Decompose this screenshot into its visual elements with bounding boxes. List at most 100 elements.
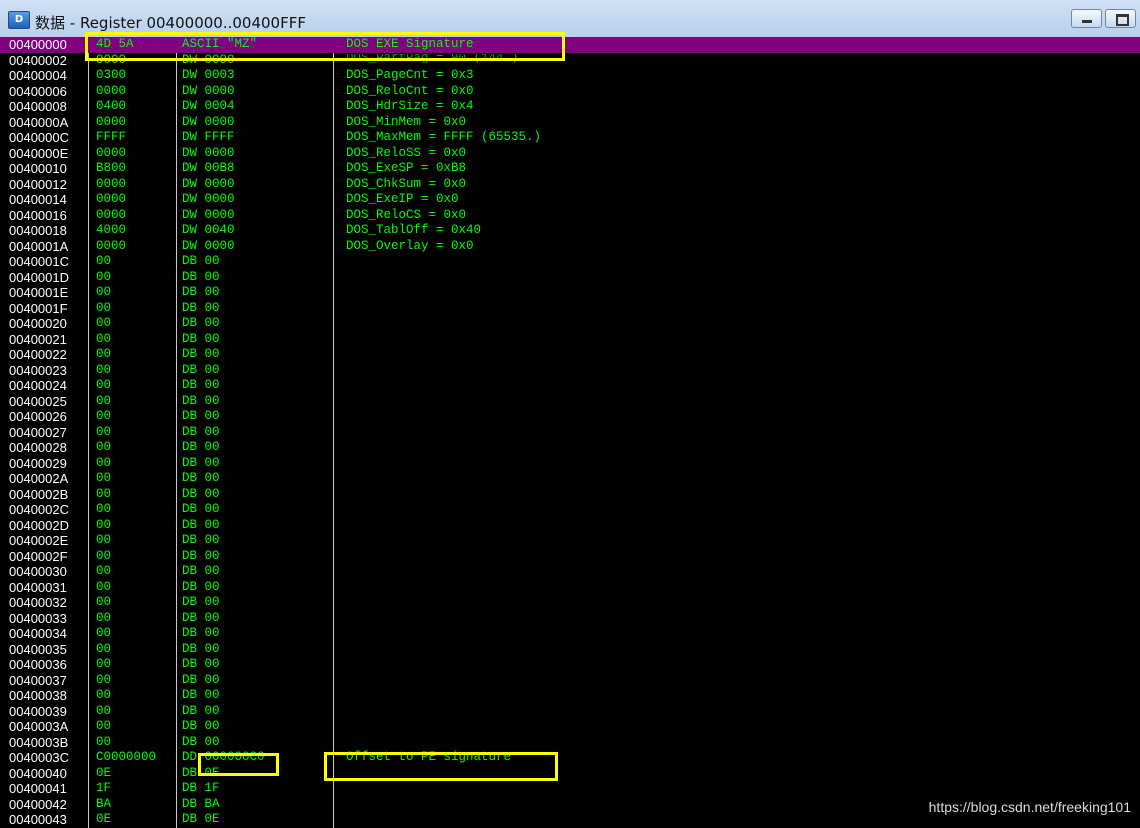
address-cell: 00400010 — [9, 161, 67, 176]
disasm-cell: DB 1F — [182, 781, 220, 795]
dump-row[interactable]: 0040002C 00 DB 00 — [0, 502, 1140, 518]
hex-cell: 00 — [96, 657, 112, 671]
dump-row[interactable]: 0040002F 00 DB 00 — [0, 549, 1140, 565]
dump-row[interactable]: 00400016 0000 DW 0000 DOS_ReloCS = 0x0 — [0, 208, 1140, 224]
dump-row[interactable]: 00400020 00 DB 00 — [0, 316, 1140, 332]
hex-cell: 00 — [96, 641, 112, 656]
address-cell: 0040001F — [9, 300, 68, 316]
dump-row[interactable]: 00400010 B800 DW 00B8 DOS_ExeSP = 0xB8 — [0, 161, 1140, 177]
disasm-cell: DW 0004 — [182, 99, 235, 113]
disasm-cell: DB 00 — [182, 502, 220, 516]
disasm-cell: DB 00 — [182, 424, 220, 439]
comment-cell: DOS_MinMem = 0x0 — [346, 114, 467, 129]
dump-row[interactable]: 0040003A 00 DB 00 — [0, 719, 1140, 735]
dump-row[interactable]: 0040003B 00 DB 00 — [0, 735, 1140, 751]
hex-cell: 00 — [96, 455, 112, 470]
dump-row[interactable]: 00400028 00 DB 00 — [0, 440, 1140, 456]
dump-row[interactable]: 0040003C C0000000 DD 000000C0 Offset to PE … — [0, 750, 1140, 766]
disasm-cell: DW 0003 — [182, 68, 235, 82]
hex-cell: 1F — [96, 781, 112, 795]
address-cell: 00400018 — [9, 223, 67, 238]
dump-row[interactable]: 0040001A 0000 DW 0000 DOS_Overlay = 0x0 — [0, 239, 1140, 255]
memory-dump-pane[interactable]: 00400000 4D 5A ASCII "MZ" DOS EXE Signature… — [0, 37, 1140, 828]
dump-row[interactable]: 00400004 0300 DW 0003 DOS_PageCnt = 0x3 — [0, 68, 1140, 84]
disasm-cell: DB 00 — [182, 626, 220, 640]
address-cell: 00400025 — [9, 393, 67, 409]
address-cell: 00400024 — [9, 378, 67, 393]
hex-cell: 00 — [96, 486, 112, 501]
dump-row[interactable]: 00400029 00 DB 00 — [0, 456, 1140, 472]
dump-row[interactable]: 0040002D 00 DB 00 — [0, 518, 1140, 534]
hex-cell: 0000 — [96, 145, 127, 160]
dump-row[interactable]: 0040000E 0000 DW 0000 DOS_ReloSS = 0x0 — [0, 146, 1140, 162]
dump-row[interactable]: 00400025 00 DB 00 — [0, 394, 1140, 410]
dump-row[interactable]: 00400023 00 DB 00 — [0, 363, 1140, 379]
comment-cell: DOS_MaxMem = FFFF (65535.) — [346, 130, 542, 144]
dump-row[interactable]: 00400041 1F DB 1F — [0, 781, 1140, 797]
dump-row[interactable]: 0040002B 00 DB 00 — [0, 487, 1140, 503]
dump-row[interactable]: 00400037 00 DB 00 — [0, 673, 1140, 689]
dump-row[interactable]: 00400027 00 DB 00 — [0, 425, 1140, 441]
dump-row[interactable]: 00400021 00 DB 00 — [0, 332, 1140, 348]
dump-row[interactable]: 00400036 00 DB 00 — [0, 657, 1140, 673]
hex-cell: 0000 — [96, 207, 127, 222]
dump-row[interactable]: 0040002E 00 DB 00 — [0, 533, 1140, 549]
dump-row[interactable]: 00400006 0000 DW 0000 DOS_ReloCnt = 0x0 — [0, 84, 1140, 100]
dump-row[interactable]: 0040001C 00 DB 00 — [0, 254, 1140, 270]
dump-row[interactable]: 0040000A 0000 DW 0000 DOS_MinMem = 0x0 — [0, 115, 1140, 131]
dump-row[interactable]: 00400034 00 DB 00 — [0, 626, 1140, 642]
dump-row[interactable]: 00400026 00 DB 00 — [0, 409, 1140, 425]
dump-row[interactable]: 00400022 00 DB 00 — [0, 347, 1140, 363]
hex-cell: 00 — [96, 502, 112, 516]
address-cell: 00400038 — [9, 688, 67, 703]
hex-cell: 00 — [96, 517, 112, 532]
dump-row[interactable]: 0040000C FFFF DW FFFF DOS_MaxMem = FFFF (65… — [0, 130, 1140, 146]
dump-row[interactable]: 00400040 0E DB 0E — [0, 766, 1140, 782]
dump-row[interactable]: 00400018 4000 DW 0040 DOS_TablOff = 0x40 — [0, 223, 1140, 239]
dump-row[interactable]: 00400033 00 DB 00 — [0, 611, 1140, 627]
comment-cell: DOS_ExeIP = 0x0 — [346, 192, 459, 206]
hex-cell: 00 — [96, 285, 112, 299]
dump-row[interactable]: 00400030 00 DB 00 — [0, 564, 1140, 580]
minimize-button[interactable] — [1071, 9, 1102, 28]
dump-row[interactable]: 0040001D 00 DB 00 — [0, 270, 1140, 286]
dump-row[interactable]: 00400039 00 DB 00 — [0, 704, 1140, 720]
disasm-cell: DB 00 — [182, 517, 220, 532]
dump-row[interactable]: 0040002A 00 DB 00 — [0, 471, 1140, 487]
address-cell: 00400040 — [9, 765, 67, 781]
hex-cell: 00 — [96, 378, 112, 392]
address-cell: 00400006 — [9, 83, 67, 99]
dump-row[interactable]: 00400038 00 DB 00 — [0, 688, 1140, 704]
hex-cell: 00 — [96, 626, 112, 640]
dump-row[interactable]: 0040001E 00 DB 00 — [0, 285, 1140, 301]
hex-cell: BA — [96, 796, 112, 811]
dump-row[interactable]: 00400035 00 DB 00 — [0, 642, 1140, 658]
disasm-cell: DB 00 — [182, 579, 220, 594]
hex-cell: 00 — [96, 471, 112, 485]
disasm-cell: DB 0E — [182, 812, 220, 826]
hex-cell: 00 — [96, 595, 112, 609]
maximize-icon — [1116, 14, 1129, 26]
dump-row[interactable]: 00400024 00 DB 00 — [0, 378, 1140, 394]
hex-cell: 0300 — [96, 68, 127, 82]
disasm-cell: DW 0000 — [182, 176, 235, 191]
dump-row[interactable]: 00400031 00 DB 00 — [0, 580, 1140, 596]
disasm-cell: DB 00 — [182, 393, 220, 408]
disasm-cell: DB 00 — [182, 564, 220, 578]
dump-row[interactable]: 00400008 0400 DW 0004 DOS_HdrSize = 0x4 — [0, 99, 1140, 115]
watermark: https://blog.csdn.net/freeking101 — [928, 799, 1131, 815]
address-cell: 00400022 — [9, 347, 67, 362]
hex-cell: 0E — [96, 812, 112, 826]
hex-cell: B800 — [96, 161, 127, 175]
maximize-button[interactable] — [1105, 9, 1136, 28]
dump-row[interactable]: 00400032 00 DB 00 — [0, 595, 1140, 611]
address-cell: 00400041 — [9, 781, 67, 796]
dump-row[interactable]: 0040001F 00 DB 00 — [0, 301, 1140, 317]
dump-row[interactable]: 00400012 0000 DW 0000 DOS_ChkSum = 0x0 — [0, 177, 1140, 193]
disasm-cell: DB 00 — [182, 269, 220, 284]
hex-cell: 0E — [96, 765, 112, 780]
address-cell: 00400021 — [9, 331, 67, 347]
dump-row[interactable]: 00400014 0000 DW 0000 DOS_ExeIP = 0x0 — [0, 192, 1140, 208]
disasm-cell: DW 0000 — [182, 207, 235, 222]
hex-cell: 00 — [96, 579, 112, 594]
